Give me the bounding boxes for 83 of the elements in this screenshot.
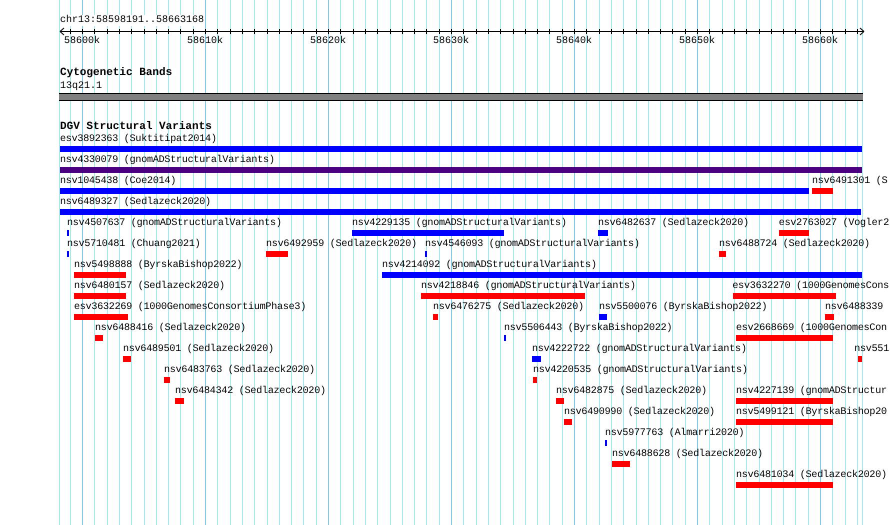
variant-bar[interactable]: [164, 377, 170, 383]
variant-label: nsv6488628 (Sedlazeck2020): [612, 449, 763, 460]
variant-label: nsv5506443 (ByrskaBishop2022): [504, 323, 672, 334]
variant-label: nsv5499121 (ByrskaBishop20: [736, 407, 887, 418]
variant-label: nsv4227139 (gnomADStructur: [736, 386, 887, 397]
variant-bar[interactable]: [736, 398, 833, 404]
variant-bar[interactable]: [60, 188, 809, 194]
variant-bar[interactable]: [825, 314, 834, 320]
variant-label: esv2763027 (Vogler2: [778, 218, 889, 229]
tick-label: 58610k: [187, 36, 224, 47]
variant-bar[interactable]: [382, 272, 862, 278]
variant-bar[interactable]: [779, 230, 809, 236]
variant-bar[interactable]: [858, 356, 862, 362]
variant-label: nsv6480157 (Sedlazeck2020): [74, 281, 225, 292]
variant-label: nsv5500076 (ByrskaBishop2022): [599, 302, 768, 313]
tick-label: 58600k: [64, 36, 100, 47]
variant-bar[interactable]: [812, 188, 833, 194]
variant-bar[interactable]: [556, 398, 564, 404]
variant-label: nsv6484342 (Sedlazeck2020): [175, 386, 326, 397]
variant-bar[interactable]: [599, 314, 607, 320]
variant-label: nsv5977763 (Almarri2020): [605, 428, 744, 439]
variant-bar[interactable]: [175, 398, 184, 404]
variant-label: nsv4222722 (gnomADStructuralVariants): [532, 344, 747, 355]
variant-label: nsv5498888 (ByrskaBishop2022): [74, 260, 242, 271]
variant-label: nsv4330079 (gnomADStructuralVariants): [60, 155, 275, 166]
tick-label: 58640k: [556, 36, 592, 47]
tick-label: 58620k: [310, 36, 346, 47]
variant-label: nsv6488724 (Sedlazeck2020): [719, 239, 870, 250]
variant-label: nsv6481034 (Sedlazeck2020): [736, 470, 887, 481]
variant-label: nsv6488416 (Sedlazeck2020): [95, 323, 246, 334]
tick-label: 58630k: [433, 36, 470, 47]
variant-label: nsv6476275 (Sedlazeck2020): [433, 302, 584, 313]
variant-label: nsv5710481 (Chuang2021): [67, 239, 200, 250]
variant-label: nsv4220535 (gnomADStructuralVariants): [533, 365, 748, 376]
variant-label: nsv4507637 (gnomADStructuralVariants): [67, 218, 282, 229]
cytoband-bar[interactable]: [59, 93, 863, 101]
variant-label: nsv6482875 (Sedlazeck2020): [556, 386, 707, 397]
variant-bar[interactable]: [123, 356, 131, 362]
region-label: chr13:58598191..58663168: [60, 15, 204, 26]
variant-label: nsv6482637 (Sedlazeck2020): [598, 218, 749, 229]
variant-label: nsv6488339: [825, 302, 884, 313]
variant-bar[interactable]: [733, 293, 836, 299]
variant-label: nsv4546093 (gnomADStructuralVariants): [425, 239, 640, 250]
variant-bar[interactable]: [612, 461, 630, 467]
variant-bar[interactable]: [74, 272, 126, 278]
tick-label: 58660k: [802, 36, 838, 47]
variant-label: nsv551: [854, 344, 889, 355]
variant-label: nsv6491301 (S: [812, 176, 888, 187]
variant-label: nsv4218846 (gnomADStructuralVariants): [421, 281, 636, 292]
variant-label: esv3892363 (Suktitipat2014): [60, 134, 217, 145]
variant-bar[interactable]: [736, 335, 833, 341]
band-label: 13q21.1: [60, 81, 102, 92]
variant-bar[interactable]: [74, 293, 126, 299]
variant-bar[interactable]: [433, 314, 438, 320]
variant-bar[interactable]: [352, 230, 504, 236]
variant-bar[interactable]: [736, 482, 833, 488]
variant-label: nsv4229135 (gnomADStructuralVariants): [352, 218, 567, 229]
variant-label: nsv6489501 (Sedlazeck2020): [123, 344, 274, 355]
variant-bar[interactable]: [533, 377, 537, 383]
variant-label: esv3632270 (1000GenomesCons: [732, 281, 889, 292]
variant-bar[interactable]: [532, 356, 541, 362]
variant-bar[interactable]: [421, 293, 585, 299]
variant-label: esv2668669 (1000GenomesCon: [736, 323, 887, 334]
variant-bar[interactable]: [74, 314, 128, 320]
variant-label: nsv4214092 (gnomADStructuralVariants): [382, 260, 597, 271]
variant-bar[interactable]: [598, 230, 608, 236]
variant-bar[interactable]: [95, 335, 103, 341]
track-title: DGV Structural Variants: [60, 122, 212, 133]
variant-bar[interactable]: [60, 167, 862, 173]
variant-label: nsv1045438 (Coe2014): [60, 176, 176, 187]
variant-bar[interactable]: [60, 146, 862, 152]
variant-label: esv3632269 (1000GenomesConsortiumPhase3): [74, 302, 306, 313]
variant-bar[interactable]: [266, 251, 288, 257]
variant-label: nsv6490990 (Sedlazeck2020): [564, 407, 715, 418]
variant-bar[interactable]: [564, 419, 572, 425]
tick-label: 58650k: [679, 36, 716, 47]
variant-bar[interactable]: [719, 251, 726, 257]
variant-bar[interactable]: [736, 419, 833, 425]
variant-bar[interactable]: [60, 209, 861, 215]
variant-label: nsv6483763 (Sedlazeck2020): [164, 365, 315, 376]
track-title: Cytogenetic Bands: [60, 68, 172, 79]
variant-label: nsv6492959 (Sedlazeck2020): [266, 239, 417, 250]
variant-label: nsv6489327 (Sedlazeck2020): [60, 197, 211, 208]
